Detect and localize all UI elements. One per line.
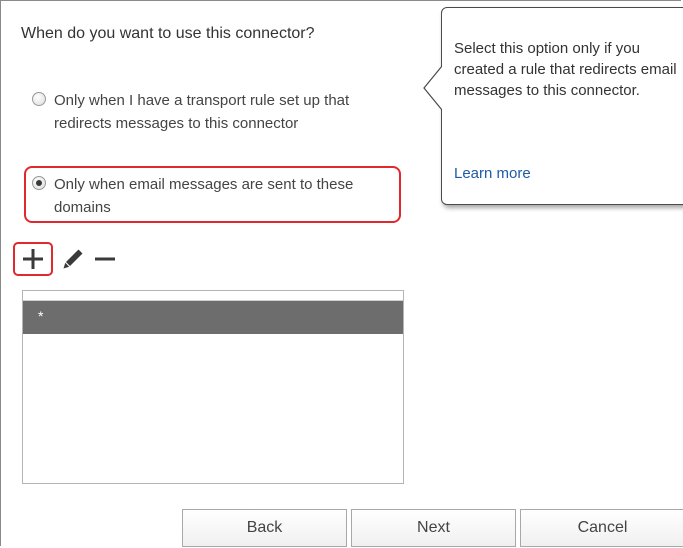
option-transport-rule[interactable]: Only when I have a transport rule set up… bbox=[32, 89, 402, 135]
option-specific-domains[interactable]: Only when email messages are sent to the… bbox=[32, 173, 392, 219]
remove-domain-button[interactable] bbox=[91, 244, 119, 274]
back-button[interactable]: Back bbox=[182, 509, 347, 547]
list-item[interactable]: * bbox=[23, 301, 403, 334]
wizard-buttons: Back Next Cancel bbox=[182, 509, 683, 547]
option-specific-domains-label: Only when email messages are sent to the… bbox=[54, 176, 354, 216]
minus-icon bbox=[95, 257, 115, 261]
list-header bbox=[23, 291, 403, 301]
option-transport-rule-label: Only when I have a transport rule set up… bbox=[54, 92, 350, 132]
connector-question: When do you want to use this connector? bbox=[21, 25, 315, 42]
pencil-icon bbox=[63, 249, 83, 269]
help-tooltip: Select this option only if you created a… bbox=[441, 7, 683, 205]
radio-transport-rule[interactable] bbox=[32, 92, 46, 106]
tooltip-pointer bbox=[423, 66, 449, 110]
domain-toolbar bbox=[13, 241, 119, 277]
learn-more-link[interactable]: Learn more bbox=[454, 165, 531, 182]
add-domain-button[interactable] bbox=[13, 242, 53, 276]
cancel-button[interactable]: Cancel bbox=[520, 509, 683, 547]
radio-specific-domains[interactable] bbox=[32, 176, 46, 190]
plus-icon bbox=[23, 249, 43, 269]
domain-list[interactable]: * bbox=[22, 290, 404, 484]
tooltip-text: Select this option only if you created a… bbox=[454, 40, 677, 99]
edit-domain-button[interactable] bbox=[59, 244, 87, 274]
next-button[interactable]: Next bbox=[351, 509, 516, 547]
